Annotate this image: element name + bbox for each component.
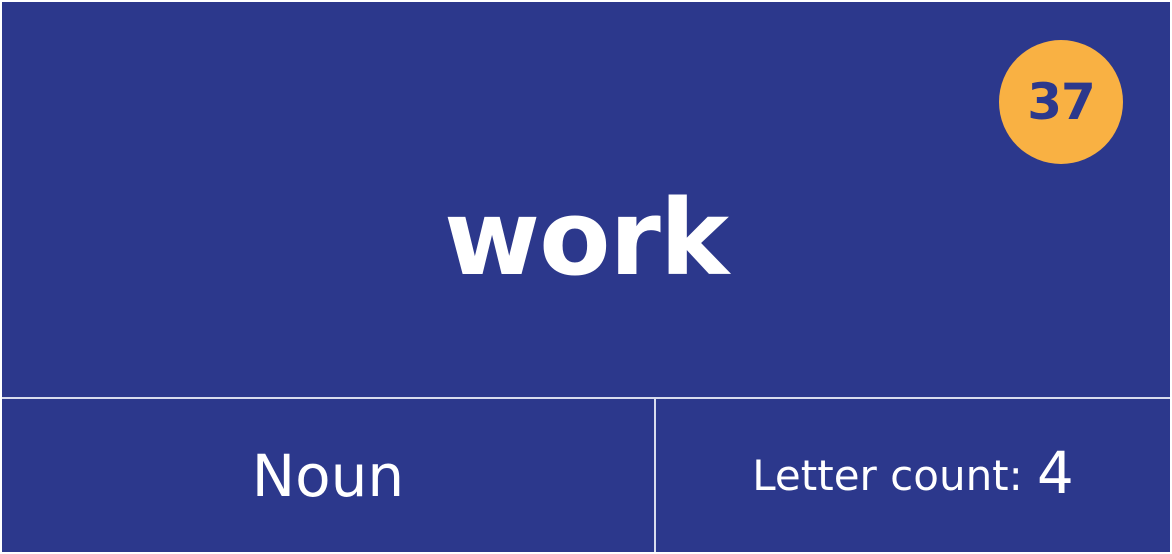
letter-count-cell: Letter count: 4 (656, 399, 1170, 552)
rank-badge: 37 (999, 40, 1123, 164)
letter-count-label: Letter count: (752, 451, 1023, 500)
word-card: work 37 Noun Letter count: 4 (2, 2, 1170, 552)
part-of-speech-label: Noun (251, 441, 405, 510)
word-panel: work 37 (2, 2, 1170, 397)
letter-count-value: 4 (1036, 438, 1074, 507)
part-of-speech-cell: Noun (2, 399, 654, 552)
word-text: work (444, 177, 729, 299)
